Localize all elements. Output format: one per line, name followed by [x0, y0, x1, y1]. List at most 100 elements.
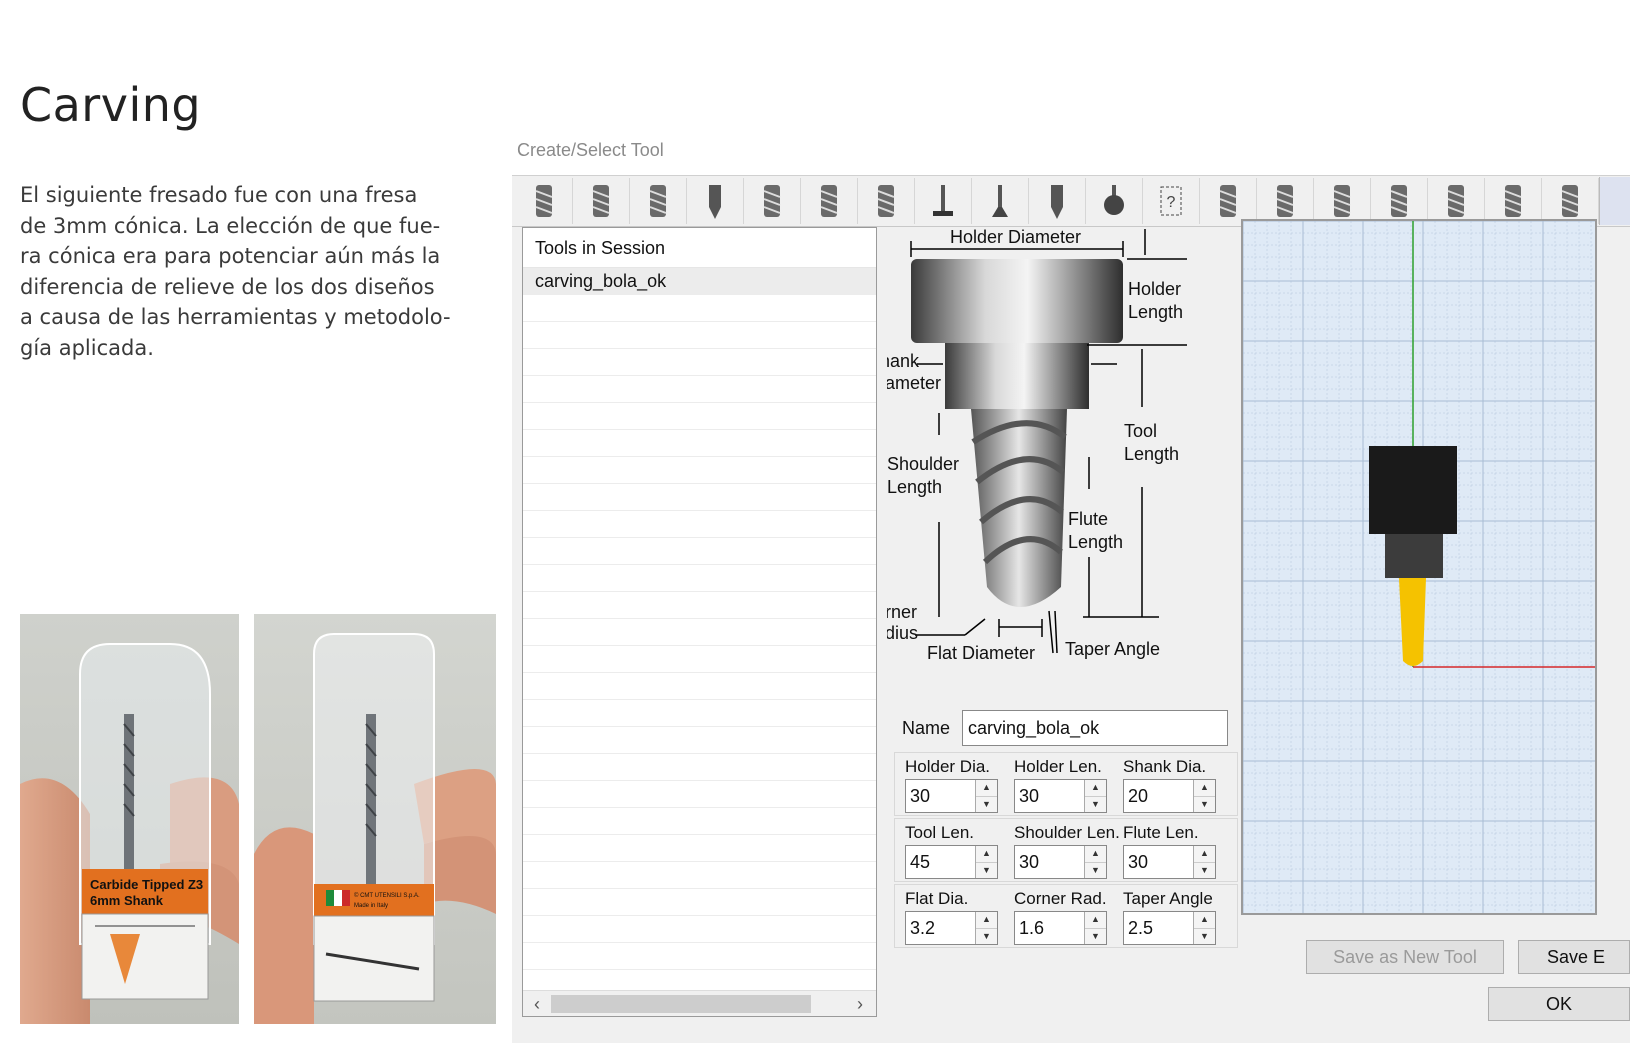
shank-dia-spinbox[interactable]: 20 ▲ ▼ — [1123, 779, 1216, 813]
endmill-bull-icon[interactable] — [630, 178, 687, 224]
flat-dia-spinbox[interactable]: 3.2 ▲ ▼ — [905, 911, 998, 945]
spin-up-icon[interactable]: ▲ — [976, 846, 997, 863]
param-taper-angle: Taper Angle 2.5 ▲ ▼ — [1113, 885, 1222, 947]
param-flat-dia: Flat Dia. 3.2 ▲ ▼ — [895, 885, 1004, 947]
ok-button[interactable]: OK — [1488, 987, 1630, 1021]
session-empty-row — [523, 781, 876, 808]
spot-drill-icon[interactable] — [1257, 178, 1314, 224]
param-corner-rad: Corner Rad. 1.6 ▲ ▼ — [1004, 885, 1113, 947]
tool-preview-viewport[interactable] — [1241, 219, 1597, 915]
spin-up-icon[interactable]: ▲ — [976, 780, 997, 797]
corner-rad-spinbox[interactable]: 1.6 ▲ ▼ — [1014, 911, 1107, 945]
shank-shape — [945, 343, 1089, 409]
holder-len-spinbox[interactable]: 30 ▲ ▼ — [1014, 779, 1107, 813]
holder-dia-spinbox[interactable]: 30 ▲ ▼ — [905, 779, 998, 813]
session-empty-row — [523, 457, 876, 484]
session-empty-row — [523, 646, 876, 673]
spin-down-icon[interactable]: ▼ — [1194, 862, 1215, 878]
spin-up-icon[interactable]: ▲ — [1194, 846, 1215, 863]
taper-angle-value[interactable]: 2.5 — [1124, 912, 1193, 944]
chamfer-icon[interactable] — [1029, 178, 1086, 224]
slot-cutter-icon[interactable] — [915, 178, 972, 224]
photo-1-label-line2: 6mm Shank — [90, 893, 164, 908]
spin-down-icon[interactable]: ▼ — [976, 796, 997, 812]
param-holder-len: Holder Len. 30 ▲ ▼ — [1004, 753, 1113, 815]
lollipop-icon[interactable] — [1086, 178, 1143, 224]
flute-len-value[interactable]: 30 — [1124, 846, 1193, 878]
session-item-carving-bola-ok[interactable]: carving_bola_ok — [523, 268, 876, 295]
session-list-horizontal-scrollbar[interactable]: ‹ › — [523, 990, 876, 1016]
tool-len-spinbox[interactable]: 45 ▲ ▼ — [905, 845, 998, 879]
spin-down-icon[interactable]: ▼ — [976, 928, 997, 944]
param-holder-len-label: Holder Len. — [1014, 757, 1102, 776]
flute-len-spinbox[interactable]: 30 ▲ ▼ — [1123, 845, 1216, 879]
spin-down-icon[interactable]: ▼ — [1085, 796, 1106, 812]
tap-icon[interactable] — [1371, 178, 1428, 224]
param-shoulder-len-label: Shoulder Len. — [1014, 823, 1120, 842]
boring-icon[interactable] — [1428, 178, 1485, 224]
session-empty-row — [523, 700, 876, 727]
param-holder-dia: Holder Dia. 30 ▲ ▼ — [895, 753, 1004, 815]
spin-down-icon[interactable]: ▼ — [1194, 928, 1215, 944]
spin-up-icon[interactable]: ▲ — [1085, 912, 1106, 929]
endmill-flat-icon[interactable] — [516, 178, 573, 224]
spin-up-icon[interactable]: ▲ — [1194, 780, 1215, 797]
label-taper-angle: Taper Angle — [1065, 639, 1160, 659]
session-empty-row — [523, 916, 876, 943]
spin-up-icon[interactable]: ▲ — [1194, 912, 1215, 929]
tool-len-value[interactable]: 45 — [906, 846, 975, 878]
taper-angle-spinbox[interactable]: 2.5 ▲ ▼ — [1123, 911, 1216, 945]
scroll-left-arrow-icon[interactable]: ‹ — [527, 994, 547, 1014]
session-empty-row — [523, 484, 876, 511]
spin-down-icon[interactable]: ▼ — [1085, 928, 1106, 944]
page-description: El siguiente fresado fue con una fresa d… — [20, 183, 451, 360]
label-holder-length-1: Holder — [1128, 279, 1181, 299]
spin-up-icon[interactable]: ▲ — [976, 912, 997, 929]
custom-tool-icon[interactable]: ? — [1143, 178, 1200, 224]
label-shoulder-length-1: Shoulder — [887, 454, 959, 474]
drill-icon[interactable] — [1200, 178, 1257, 224]
counterbore-icon[interactable] — [1542, 178, 1599, 224]
scroll-right-arrow-icon[interactable]: › — [850, 994, 870, 1014]
taper-ball-icon[interactable] — [801, 178, 858, 224]
label-holder-length-2: Length — [1128, 302, 1183, 322]
flat-dia-value[interactable]: 3.2 — [906, 912, 975, 944]
spin-up-icon[interactable]: ▲ — [1085, 780, 1106, 797]
session-empty-row — [523, 376, 876, 403]
engraving-icon[interactable] — [687, 178, 744, 224]
param-shank-dia-label: Shank Dia. — [1123, 757, 1207, 776]
reamer-icon[interactable] — [1314, 178, 1371, 224]
endmill-ball-icon[interactable] — [573, 178, 630, 224]
tool-dimension-diagram: Holder Diameter Holder Length Shank Diam… — [862, 227, 1247, 687]
photo-tool-package-front: © CMT UTENSILI S.p.A. Made in Italy — [254, 614, 496, 1024]
shoulder-len-spinbox[interactable]: 30 ▲ ▼ — [1014, 845, 1107, 879]
shank-dia-value[interactable]: 20 — [1124, 780, 1193, 812]
spin-up-icon[interactable]: ▲ — [1085, 846, 1106, 863]
spin-down-icon[interactable]: ▼ — [1085, 862, 1106, 878]
tool-name-input[interactable] — [962, 710, 1228, 746]
session-empty-row — [523, 295, 876, 322]
countersink-icon[interactable] — [1485, 178, 1542, 224]
dialog-body: Tools in Session carving_bola_ok ‹ › Hol… — [512, 219, 1630, 1043]
tool-name-label: Name — [902, 717, 951, 738]
shoulder-len-value[interactable]: 30 — [1015, 846, 1084, 878]
spin-down-icon[interactable]: ▼ — [976, 862, 997, 878]
param-shank-dia: Shank Dia. 20 ▲ ▼ — [1113, 753, 1222, 815]
session-empty-row — [523, 889, 876, 916]
taper-endmill-icon[interactable] — [744, 178, 801, 224]
session-empty-row — [523, 592, 876, 619]
save-edit-button[interactable]: Save E — [1518, 940, 1630, 974]
holder-dia-value[interactable]: 30 — [906, 780, 975, 812]
spin-down-icon[interactable]: ▼ — [1194, 796, 1215, 812]
label-holder-diameter: Holder Diameter — [950, 227, 1081, 247]
tools-in-session-list[interactable]: Tools in Session carving_bola_ok ‹ › — [522, 227, 877, 1017]
session-empty-row — [523, 538, 876, 565]
save-as-new-tool-button[interactable]: Save as New Tool — [1306, 940, 1504, 974]
holder-len-value[interactable]: 30 — [1015, 780, 1084, 812]
label-shank-diameter-2: Diameter — [887, 373, 941, 393]
dovetail-icon[interactable] — [972, 178, 1029, 224]
thread-mill-icon[interactable] — [858, 178, 915, 224]
session-empty-row — [523, 322, 876, 349]
scrollbar-thumb[interactable] — [551, 995, 811, 1013]
corner-rad-value[interactable]: 1.6 — [1015, 912, 1084, 944]
